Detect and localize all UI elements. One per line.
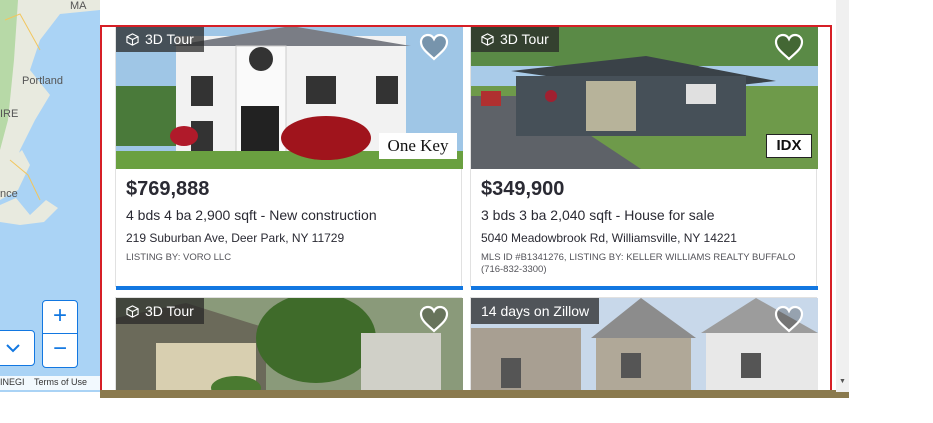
- sqft: 2,040 sqft: [550, 207, 612, 223]
- heart-icon[interactable]: [774, 305, 804, 333]
- cube-icon: [481, 32, 494, 46]
- baths: 4 ba: [164, 207, 192, 223]
- heart-icon[interactable]: [419, 33, 449, 61]
- listing-photo[interactable]: 3D Tour IDX: [471, 26, 818, 169]
- listing-agent: MLS ID #B1341276, LISTING BY: KELLER WIL…: [481, 252, 796, 275]
- listing-photo[interactable]: 14 days on Zillow: [471, 298, 818, 392]
- listing-price: $769,888: [126, 178, 210, 200]
- listing-status: - New construction: [260, 207, 377, 223]
- cube-icon: [126, 32, 139, 46]
- scroll-down-icon[interactable]: ▼: [839, 378, 846, 385]
- sqft: 2,900 sqft: [195, 207, 257, 223]
- listing-card[interactable]: 3D Tour One Key $769,888 4 bds 4 ba 2,90…: [115, 25, 463, 290]
- listing-results: 3D Tour One Key $769,888 4 bds 4 ba 2,90…: [100, 0, 836, 392]
- blank-area: [849, 0, 933, 423]
- badge-label: 3D Tour: [145, 303, 194, 319]
- map-label: IRE: [0, 108, 19, 120]
- map-label: MA: [70, 0, 87, 12]
- zoom-out-button[interactable]: −: [43, 334, 77, 366]
- map-layer-button[interactable]: [0, 330, 35, 366]
- listing-facts: 3 bds 3 ba 2,040 sqft - House for sale: [481, 207, 715, 223]
- map-label: Portland: [22, 75, 63, 87]
- listing-card[interactable]: 3D Tour: [115, 297, 463, 392]
- broker-logo: IDX: [766, 134, 812, 158]
- chevron-down-icon: [6, 344, 20, 353]
- heart-icon[interactable]: [419, 305, 449, 333]
- cube-icon: [126, 304, 139, 318]
- badge-label: 14 days on Zillow: [481, 303, 590, 319]
- map-attribution: INEGI Terms of Use: [0, 376, 100, 390]
- card-accent-bar: [116, 286, 463, 290]
- listing-badge: 3D Tour: [116, 298, 204, 324]
- baths: 3 ba: [519, 207, 547, 223]
- listing-badge: 14 days on Zillow: [471, 298, 600, 324]
- zoom-control: + −: [42, 300, 78, 368]
- heart-icon[interactable]: [774, 33, 804, 61]
- listing-address[interactable]: 219 Suburban Ave, Deer Park, NY 11729: [126, 231, 344, 245]
- listing-agent: LISTING BY: VORO LLC: [126, 252, 232, 263]
- badge-label: 3D Tour: [500, 31, 549, 47]
- zoom-in-button[interactable]: +: [43, 301, 77, 334]
- terms-of-use-link[interactable]: Terms of Use: [34, 377, 87, 387]
- list-scrollbar[interactable]: ▼: [836, 0, 849, 392]
- attribution-source: INEGI: [0, 377, 25, 387]
- listing-card[interactable]: 3D Tour IDX $349,900 3 bds 3 ba 2,040 sq…: [470, 25, 818, 290]
- broker-logo: One Key: [379, 133, 457, 159]
- listing-address[interactable]: 5040 Meadowbrook Rd, Williamsville, NY 1…: [481, 231, 737, 245]
- badge-label: 3D Tour: [145, 31, 194, 47]
- bottom-edge: [100, 390, 849, 398]
- listing-price: $349,900: [481, 178, 565, 200]
- listing-photo[interactable]: 3D Tour: [116, 298, 463, 392]
- beds: 4 bds: [126, 207, 161, 223]
- card-accent-bar: [471, 286, 818, 290]
- listing-status: - House for sale: [615, 207, 715, 223]
- map-label: nce: [0, 188, 18, 200]
- beds: 3 bds: [481, 207, 516, 223]
- listing-badge: 3D Tour: [116, 26, 204, 52]
- listing-card[interactable]: 14 days on Zillow: [470, 297, 818, 392]
- map-panel[interactable]: MA Portland IRE nce + − INEGI Terms of U…: [0, 0, 100, 392]
- listing-photo[interactable]: 3D Tour One Key: [116, 26, 463, 169]
- listing-facts: 4 bds 4 ba 2,900 sqft - New construction: [126, 207, 377, 223]
- listing-badge: 3D Tour: [471, 26, 559, 52]
